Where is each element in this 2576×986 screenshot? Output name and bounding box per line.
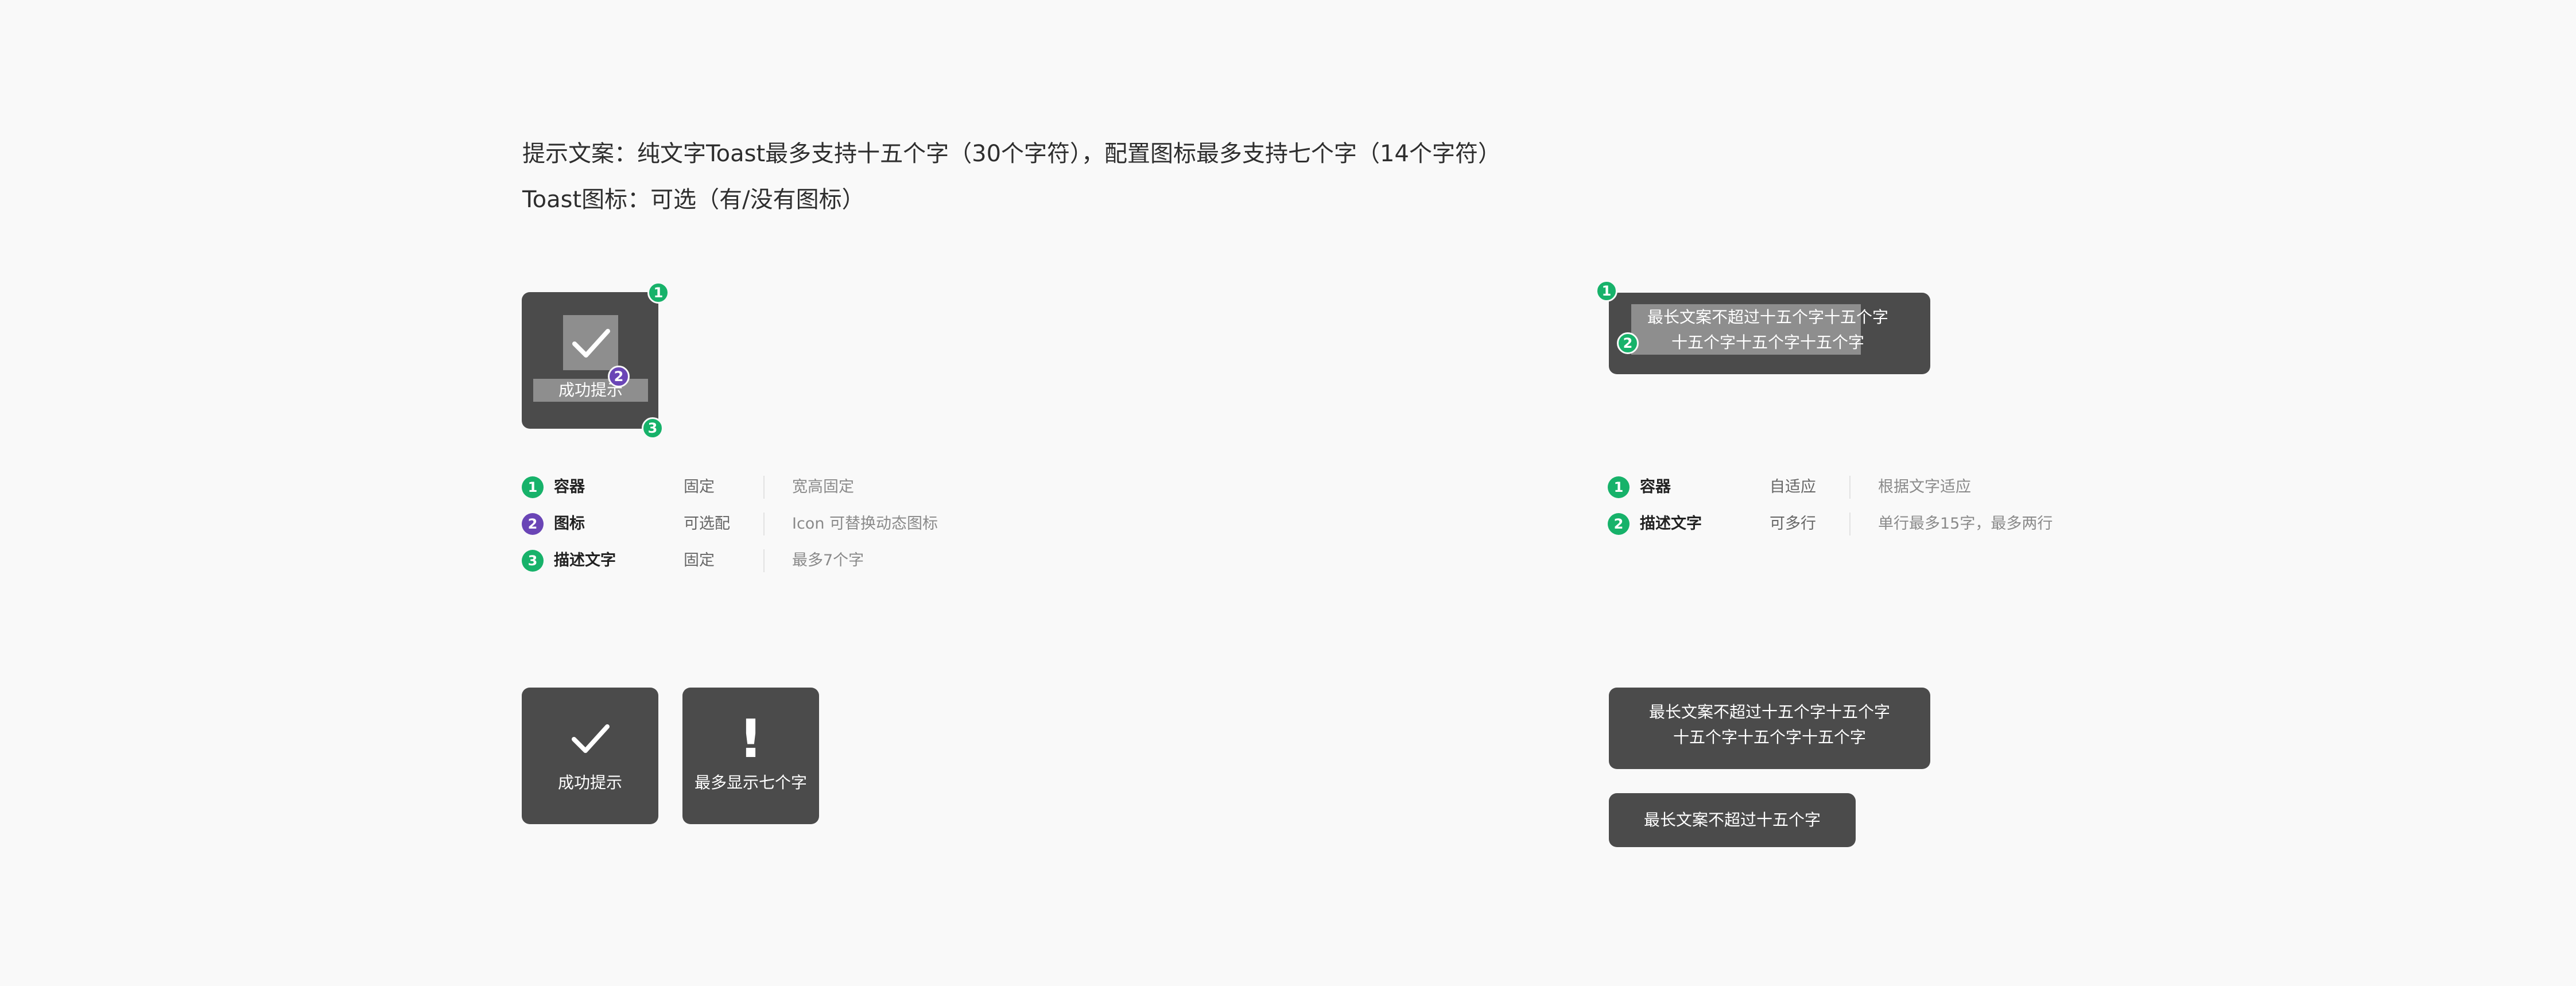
spec-desc: Icon 可替换动态图标 [792, 515, 938, 533]
spec-badge: 1 [1608, 476, 1630, 498]
spec-badge: 3 [522, 550, 544, 572]
checkmark-icon [572, 329, 610, 358]
icon-rule-text: Toast图标：可选（有/没有图标） [522, 187, 865, 213]
spec-mode: 可选配 [684, 515, 730, 533]
divider [1849, 476, 1850, 499]
divider [763, 513, 765, 535]
spec-desc: 单行最多15字，最多两行 [1878, 515, 2053, 533]
exclamation-icon: ! [739, 708, 763, 770]
spec-row-label: 3 描述文字 固定 最多7个字 [522, 549, 1038, 572]
spec-desc: 最多7个字 [792, 552, 864, 569]
two-line-toast: 最长文案不超过十五个字十五个字 十五个字十五个字十五个字 [1609, 688, 1930, 769]
icon-highlight [563, 315, 618, 370]
spec-desc: 宽高固定 [792, 478, 854, 496]
spec-badge: 2 [522, 513, 544, 535]
spec-mode: 自适应 [1770, 478, 1816, 496]
anatomy-text-toast: 最长文案不超过十五个字十五个字 十五个字十五个字十五个字 1 2 [1596, 280, 1934, 378]
spec-mode: 可多行 [1770, 515, 1816, 533]
spec-row-text: 2 描述文字 可多行 单行最多15字，最多两行 [1608, 513, 2124, 535]
spec-row-icon: 2 图标 可选配 Icon 可替换动态图标 [522, 513, 1038, 535]
spec-mode: 固定 [684, 552, 715, 569]
spec-name: 描述文字 [1640, 515, 1702, 533]
toast-text-line-1: 最长文案不超过十五个字十五个字 [1647, 308, 1888, 327]
toast-label: 成功提示 [558, 381, 623, 399]
toast-text: 最长文案不超过十五个字 [1643, 810, 1821, 829]
badge-container: 1 [647, 282, 669, 304]
toast-text-line-2: 十五个字十五个字十五个字 [1671, 333, 1864, 352]
toast-label: 成功提示 [557, 773, 622, 792]
one-line-toast: 最长文案不超过十五个字 [1609, 793, 1856, 847]
badge-container: 1 [1596, 280, 1617, 302]
toast-text-line-2: 十五个字十五个字十五个字 [1673, 728, 1866, 747]
divider [1849, 513, 1850, 535]
spec-name: 容器 [1640, 478, 1671, 496]
spec-name: 容器 [554, 478, 585, 496]
copy-rule-text: 提示文案：纯文字Toast最多支持十五个字（30个字符），配置图标最多支持七个字… [522, 141, 1501, 167]
anatomy-icon-toast: 成功提示 1 2 3 [521, 282, 670, 442]
spec-name: 描述文字 [554, 552, 616, 569]
success-toast: 成功提示 [522, 688, 658, 824]
divider [763, 476, 765, 499]
checkmark-icon [572, 724, 610, 753]
spec-badge: 1 [522, 476, 544, 498]
badge-text: 2 [1617, 332, 1639, 354]
spec-mode: 固定 [684, 478, 715, 496]
spec-desc: 根据文字适应 [1878, 478, 1971, 496]
spec-badge: 2 [1608, 513, 1630, 535]
spec-row-container: 1 容器 固定 宽高固定 [522, 476, 1038, 499]
spec-row-container: 1 容器 自适应 根据文字适应 [1608, 476, 2124, 499]
toast-label: 最多显示七个字 [694, 773, 807, 792]
badge-label: 3 [642, 417, 664, 439]
warning-toast: ! 最多显示七个字 [682, 688, 819, 824]
toast-text-line-1: 最长文案不超过十五个字十五个字 [1648, 702, 1890, 721]
badge-icon: 2 [608, 366, 630, 387]
spec-name: 图标 [554, 515, 585, 533]
divider [763, 549, 765, 572]
